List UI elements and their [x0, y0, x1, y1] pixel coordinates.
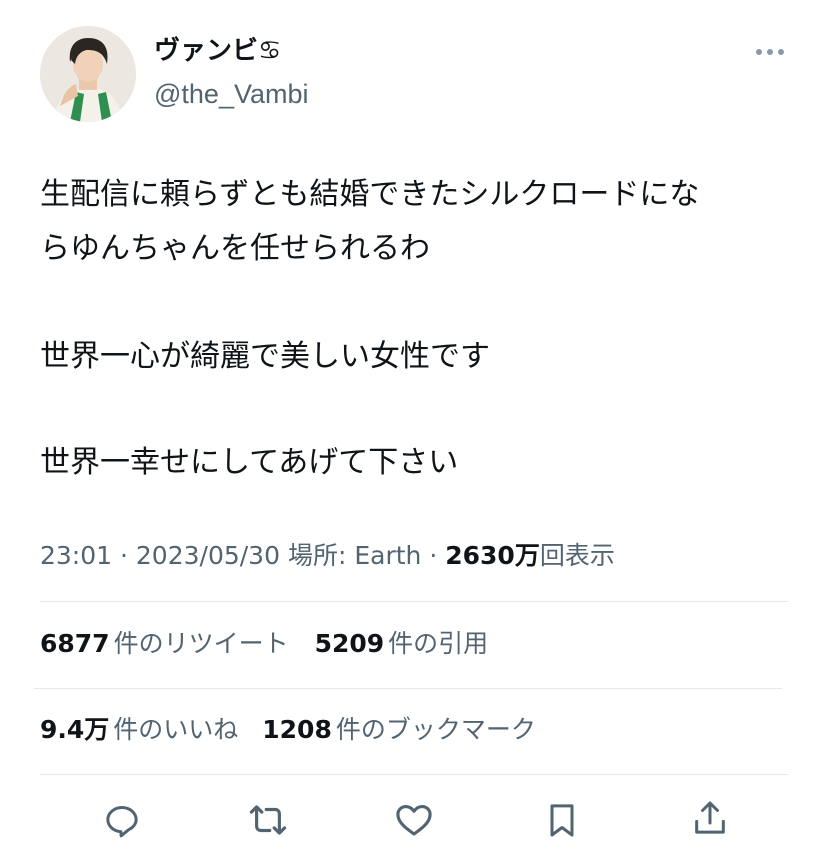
- share-icon: [695, 801, 725, 834]
- divider: [34, 688, 782, 689]
- avatar[interactable]: [40, 26, 136, 122]
- stats-row-retweets: 6877 件のリツイート 5209 件の引用: [40, 626, 488, 662]
- reply-button[interactable]: [98, 796, 146, 844]
- tweet-meta: 23:01 · 2023/05/30 場所: Earth · 2630万回表示: [40, 538, 615, 574]
- tweet-text-line: 世界一幸せにしてあげて下さい: [40, 445, 459, 480]
- heart-icon: [396, 804, 432, 836]
- quotes-count: 5209: [314, 629, 385, 658]
- likes-stat[interactable]: 9.4万 件のいいね: [40, 712, 238, 748]
- more-options-button[interactable]: [754, 42, 786, 62]
- divider: [40, 774, 788, 775]
- like-button[interactable]: [390, 796, 438, 844]
- bookmark-button[interactable]: [538, 796, 586, 844]
- likes-label: 件のいいね: [113, 715, 239, 744]
- meta-separator: ·: [429, 541, 438, 570]
- more-horizontal-icon: [756, 49, 784, 55]
- avatar-image: [40, 26, 136, 122]
- retweet-button[interactable]: [244, 796, 292, 844]
- retweets-count: 6877: [40, 629, 110, 658]
- bookmarks-label: 件のブックマーク: [335, 715, 536, 744]
- tweet-text-line: 生配信に頼らずとも結婚できたシルクロードにな: [40, 177, 700, 212]
- meta-separator: ·: [120, 541, 128, 570]
- tweet-date[interactable]: 2023/05/30: [136, 541, 280, 570]
- retweets-stat[interactable]: 6877 件のリツイート: [40, 626, 289, 662]
- views-count[interactable]: 2630万: [445, 541, 540, 570]
- tweet-location: 場所: Earth: [287, 541, 422, 570]
- tweet-text-line: 世界一心が綺麗で美しい女性です: [40, 339, 490, 374]
- bookmarks-count: 1208: [262, 715, 332, 744]
- user-handle[interactable]: @the_Vambi: [154, 76, 309, 112]
- likes-count: 9.4万: [40, 715, 110, 744]
- reply-icon: [106, 806, 138, 838]
- views-label: 回表示: [539, 541, 615, 570]
- tweet-time[interactable]: 23:01: [40, 541, 112, 570]
- divider: [40, 601, 788, 602]
- bookmark-icon: [550, 804, 574, 837]
- stats-row-likes: 9.4万 件のいいね 1208 件のブックマーク: [40, 712, 536, 748]
- retweets-label: 件のリツイート: [113, 629, 289, 658]
- retweet-icon: [249, 805, 287, 835]
- tweet-text-line: らゆんちゃんを任せられるわ: [40, 231, 430, 266]
- quotes-stat[interactable]: 5209 件の引用: [315, 626, 489, 662]
- share-button[interactable]: [686, 794, 734, 842]
- quotes-label: 件の引用: [388, 629, 489, 658]
- display-name[interactable]: ヴァンビ♋: [154, 34, 281, 68]
- bookmarks-stat[interactable]: 1208 件のブックマーク: [262, 712, 536, 748]
